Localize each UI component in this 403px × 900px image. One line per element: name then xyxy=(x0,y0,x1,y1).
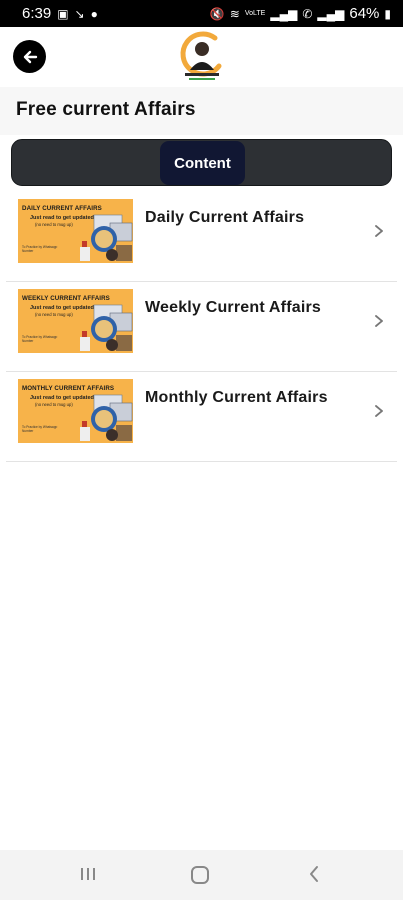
thumb-footer: To Practice by Whatsapp Number xyxy=(22,425,58,433)
system-nav-bar xyxy=(0,850,403,900)
mute-icon: 🔇 xyxy=(209,6,225,21)
newspaper-collage-icon xyxy=(80,304,133,351)
thumb-footer: To Practice by Whatsapp Number xyxy=(22,335,58,343)
item-label: Weekly Current Affairs xyxy=(145,299,322,316)
status-right: 🔇 ≋ VoLTE ▂▄▆ ✆ ▂▄▆ 64% ▮ xyxy=(210,5,391,22)
thumbnail-monthly: MONTHLY CURRENT AFFAIRS Just read to get… xyxy=(18,379,133,443)
recents-icon[interactable] xyxy=(80,866,96,882)
signal-icon-2: ▂▄▆ xyxy=(317,6,345,21)
gallery-icon: ▣ xyxy=(57,6,69,21)
title-row: Free current Affairs xyxy=(0,87,403,135)
volte-icon: VoLTE xyxy=(244,10,266,17)
signal-icon: ▂▄▆ xyxy=(270,6,298,21)
status-left: 6:39 ▣ ↘ ● xyxy=(22,5,98,22)
home-icon[interactable] xyxy=(191,866,209,884)
list-item-monthly[interactable]: MONTHLY CURRENT AFFAIRS Just read to get… xyxy=(6,372,397,462)
tab-content[interactable]: Content xyxy=(160,141,245,185)
list-item-weekly[interactable]: WEEKLY CURRENT AFFAIRS Just read to get … xyxy=(6,282,397,372)
academy-logo-icon xyxy=(175,30,229,84)
status-bar: 6:39 ▣ ↘ ● 🔇 ≋ VoLTE ▂▄▆ ✆ ▂▄▆ 64% ▮ xyxy=(0,0,403,27)
thumbnail-weekly: WEEKLY CURRENT AFFAIRS Just read to get … xyxy=(18,289,133,353)
nav-back-icon[interactable] xyxy=(308,865,320,883)
item-label: Monthly Current Affairs xyxy=(145,389,328,406)
thumb-subtitle-2: (no need to mug up) xyxy=(35,222,73,227)
arrow-left-icon xyxy=(23,50,37,63)
call-icon: ✆ xyxy=(302,6,313,21)
whatsapp-icon: ● xyxy=(90,6,98,21)
content-list: DAILY CURRENT AFFAIRS Just read to get u… xyxy=(0,192,403,462)
app-header xyxy=(0,27,403,87)
item-label: Daily Current Affairs xyxy=(145,209,305,226)
battery-icon: ▮ xyxy=(384,6,391,21)
list-item-daily[interactable]: DAILY CURRENT AFFAIRS Just read to get u… xyxy=(6,192,397,282)
tab-bar: Content xyxy=(11,139,392,186)
thumb-subtitle-2: (no need to mug up) xyxy=(35,312,73,317)
battery-percent: 64% xyxy=(349,5,380,22)
chevron-right-icon xyxy=(375,405,383,417)
status-time: 6:39 xyxy=(22,5,52,22)
wifi-icon: ≋ xyxy=(229,6,240,21)
missed-call-icon: ↘ xyxy=(74,6,85,21)
page-title: Free current Affairs xyxy=(16,99,196,120)
thumb-footer: To Practice by Whatsapp Number xyxy=(22,245,58,253)
newspaper-collage-icon xyxy=(80,394,133,441)
newspaper-collage-icon xyxy=(80,214,133,261)
chevron-right-icon xyxy=(375,315,383,327)
back-button[interactable] xyxy=(13,40,46,73)
thumb-subtitle-2: (no need to mug up) xyxy=(35,402,73,407)
thumbnail-daily: DAILY CURRENT AFFAIRS Just read to get u… xyxy=(18,199,133,263)
chevron-right-icon xyxy=(375,225,383,237)
